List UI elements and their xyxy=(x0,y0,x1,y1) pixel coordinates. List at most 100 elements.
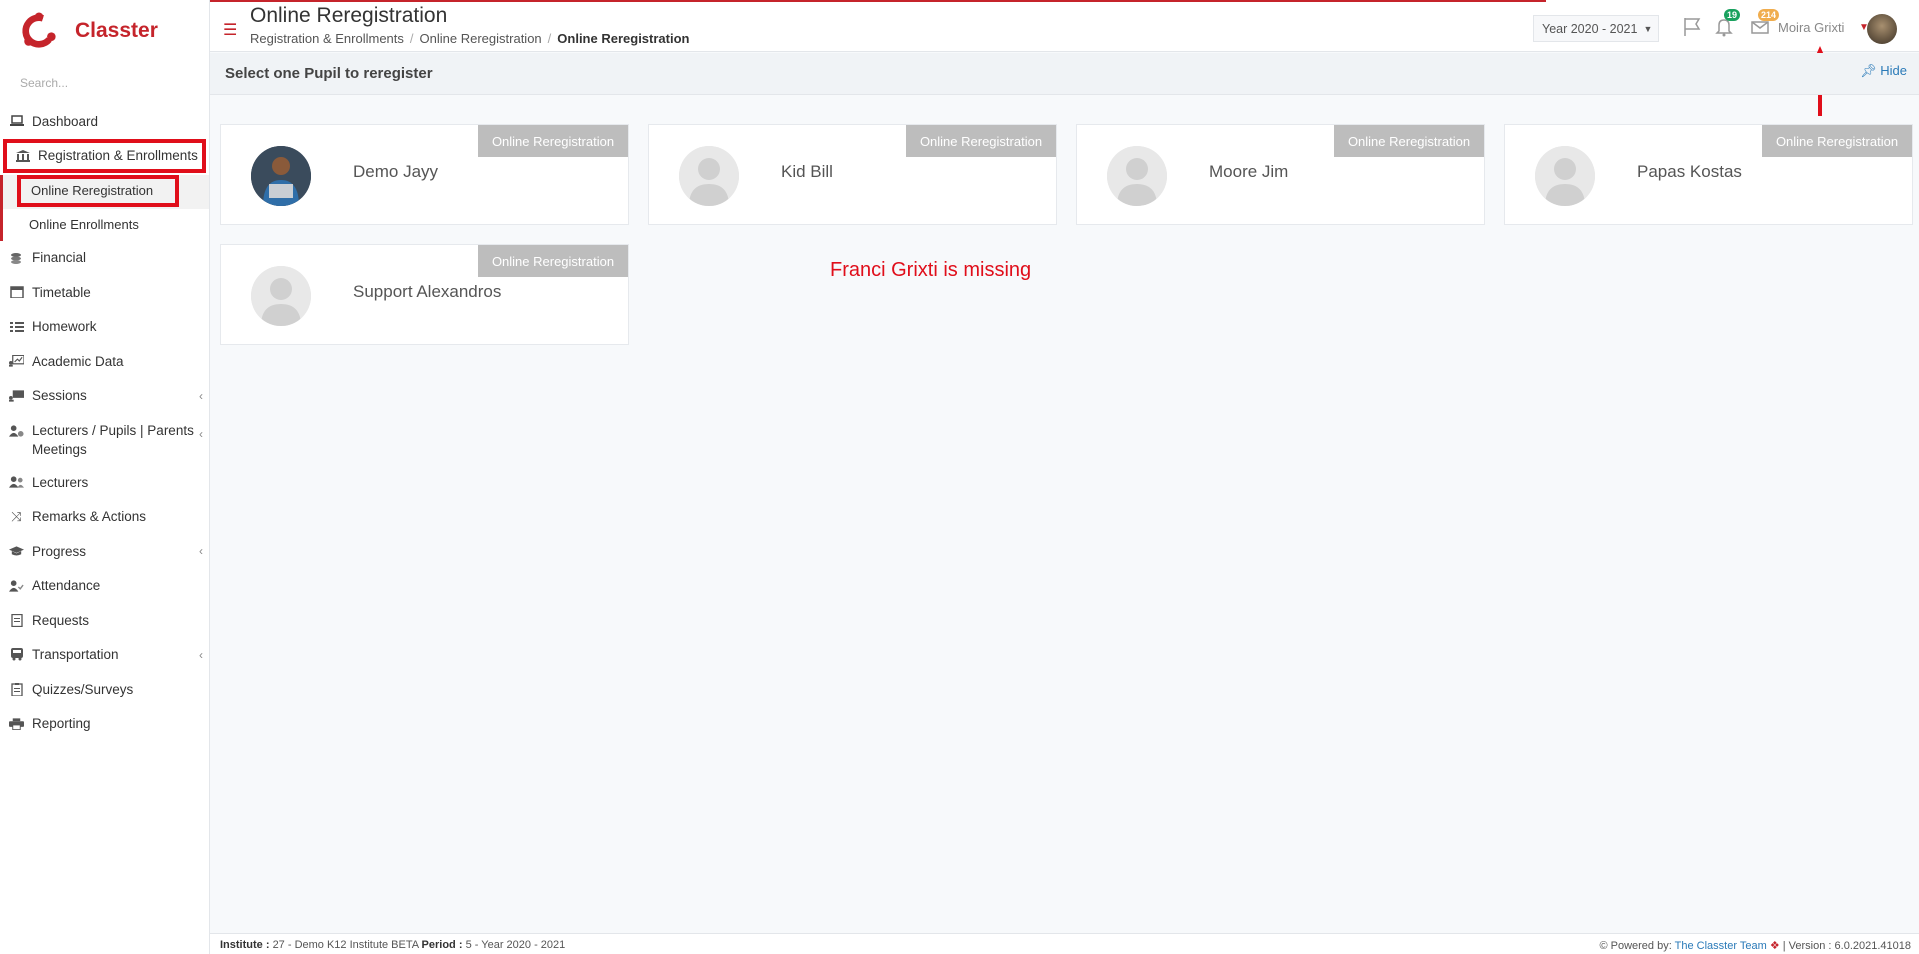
team-link[interactable]: The Classter Team xyxy=(1675,940,1767,952)
footer-info: Institute : 27 - Demo K12 Institute BETA… xyxy=(220,939,565,951)
sidebar-item-reporting[interactable]: Reporting xyxy=(0,707,209,742)
brand-name: Classter xyxy=(75,19,158,42)
institute-value: 27 - Demo K12 Institute BETA xyxy=(272,939,419,951)
subnav-item-online-enrollments[interactable]: Online Enrollments xyxy=(3,208,209,241)
sidebar-subnav: Online Reregistration Online Enrollments xyxy=(0,174,209,241)
breadcrumb-separator: / xyxy=(409,31,414,46)
subnav-label: Online Enrollments xyxy=(29,217,139,232)
notifications-badge: 19 xyxy=(1724,9,1741,21)
sidebar-item-remarks[interactable]: ⤨ Remarks & Actions xyxy=(0,500,209,535)
sidebar-item-attendance[interactable]: Attendance xyxy=(0,569,209,604)
sidebar-item-financial[interactable]: Financial xyxy=(0,241,209,276)
search-input[interactable] xyxy=(20,76,190,90)
sidebar-item-label: Remarks & Actions xyxy=(32,509,147,525)
menu-toggle-icon[interactable]: ☰ xyxy=(223,20,237,40)
institute-label: Institute : xyxy=(220,939,270,951)
clipboard-icon xyxy=(9,682,24,696)
caret-down-icon: ▼ xyxy=(1643,23,1653,34)
sidebar-item-requests[interactable]: Requests xyxy=(0,603,209,638)
sidebar-item-registration[interactable]: Registration & Enrollments xyxy=(3,138,206,173)
footer: Institute : 27 - Demo K12 Institute BETA… xyxy=(210,933,1919,954)
breadcrumb-item[interactable]: Registration & Enrollments xyxy=(250,31,404,46)
pupil-card[interactable]: Online Reregistration Support Alexandros xyxy=(220,244,629,345)
reregistration-tag[interactable]: Online Reregistration xyxy=(1334,125,1484,157)
sidebar-item-transportation[interactable]: Transportation ‹ xyxy=(0,638,209,673)
year-select[interactable]: Year 2020 - 2021 ▼ xyxy=(1533,15,1659,42)
hide-button[interactable]: 📌︎ Hide xyxy=(1860,63,1907,79)
pupil-card[interactable]: Online Reregistration Kid Bill xyxy=(648,124,1057,225)
graduation-cap-icon xyxy=(9,545,24,557)
messages-badge: 214 xyxy=(1758,9,1780,21)
sidebar-search xyxy=(0,62,209,104)
default-avatar-icon xyxy=(1535,146,1595,206)
sidebar-item-progress[interactable]: Progress ‹ xyxy=(0,534,209,569)
year-select-value: Year 2020 - 2021 xyxy=(1542,21,1638,36)
sidebar-item-dashboard[interactable]: Dashboard xyxy=(0,104,209,139)
sidebar-item-meetings[interactable]: Lecturers / Pupils | Parents Meetings ‹ xyxy=(0,413,209,465)
user-name[interactable]: Moira Grixti xyxy=(1778,20,1844,35)
pupil-card[interactable]: Online Reregistration Moore Jim xyxy=(1076,124,1485,225)
default-avatar-icon xyxy=(251,266,311,326)
printer-icon xyxy=(9,718,24,730)
pupil-card[interactable]: Online Reregistration Demo Jayy xyxy=(220,124,629,225)
sidebar-nav: Dashboard Registration & Enrollments Onl… xyxy=(0,104,209,741)
sidebar-item-label: Financial xyxy=(32,250,87,266)
sidebar-item-label: Lecturers / Pupils | Parents Meetings xyxy=(32,423,194,457)
user-avatar[interactable] xyxy=(1867,14,1897,44)
calendar-icon xyxy=(9,286,24,299)
sidebar-item-label: Lecturers xyxy=(32,474,89,490)
breadcrumb-separator: / xyxy=(547,31,552,46)
brand[interactable]: Classter xyxy=(0,0,209,62)
sidebar-item-label: Reporting xyxy=(32,716,91,732)
reregistration-tag[interactable]: Online Reregistration xyxy=(906,125,1056,157)
sidebar-item-lecturers[interactable]: Lecturers xyxy=(0,465,209,500)
chevron-left-icon[interactable]: ‹ xyxy=(199,425,203,444)
chart-board-icon xyxy=(9,355,24,367)
chevron-left-icon[interactable]: ‹ xyxy=(199,648,203,662)
laptop-icon xyxy=(9,115,24,127)
section-title: Select one Pupil to reregister xyxy=(225,65,433,82)
copyright-icon: © xyxy=(1599,940,1608,952)
sidebar-item-homework[interactable]: Homework xyxy=(0,310,209,345)
classter-logo-icon xyxy=(22,12,56,48)
users-icon xyxy=(9,476,24,488)
pupil-name: Kid Bill xyxy=(781,162,833,181)
pin-icon: 📌︎ xyxy=(1860,63,1877,78)
powered-by-label: Powered by: xyxy=(1610,940,1672,952)
default-avatar-icon xyxy=(679,146,739,206)
sidebar-item-label: Transportation xyxy=(32,647,119,663)
envelope-icon[interactable]: 214 xyxy=(1748,9,1780,39)
document-icon xyxy=(9,613,24,627)
reregistration-tag[interactable]: Online Reregistration xyxy=(478,245,628,277)
pupil-card[interactable]: Online Reregistration Papas Kostas xyxy=(1504,124,1913,225)
sidebar-item-quizzes[interactable]: Quizzes/Surveys xyxy=(0,672,209,707)
version-label: | Version : 6.0.2021.41018 xyxy=(1782,940,1911,952)
subnav-item-online-reregistration[interactable]: Online Reregistration xyxy=(17,174,179,207)
sidebar-item-academic-data[interactable]: Academic Data xyxy=(0,344,209,379)
sidebar-item-label: Quizzes/Surveys xyxy=(32,681,134,697)
sidebar-item-sessions[interactable]: Sessions ‹ xyxy=(0,379,209,414)
subnav-label: Online Reregistration xyxy=(31,183,154,198)
chevron-left-icon[interactable]: ‹ xyxy=(199,544,203,558)
top-accent-line xyxy=(210,0,1546,2)
pupil-name: Support Alexandros xyxy=(353,282,502,301)
flag-icon[interactable] xyxy=(1680,15,1704,39)
sidebar-item-label: Homework xyxy=(32,319,97,335)
bell-icon[interactable]: 19 xyxy=(1712,9,1741,39)
pupil-name: Demo Jayy xyxy=(353,162,439,181)
footer-credits: © Powered by: The Classter Team ❖ | Vers… xyxy=(1599,939,1911,952)
sidebar-item-timetable[interactable]: Timetable xyxy=(0,275,209,310)
pupil-name: Moore Jim xyxy=(1209,162,1289,181)
list-check-icon xyxy=(9,321,24,333)
user-group-icon xyxy=(9,425,24,437)
sidebar-item-label: Dashboard xyxy=(32,113,99,129)
reregistration-tag[interactable]: Online Reregistration xyxy=(1762,125,1912,157)
breadcrumb-current: Online Reregistration xyxy=(557,31,690,46)
coins-icon xyxy=(9,252,24,264)
period-value: 5 - Year 2020 - 2021 xyxy=(465,939,566,951)
chevron-left-icon[interactable]: ‹ xyxy=(199,389,203,403)
reregistration-tag[interactable]: Online Reregistration xyxy=(478,125,628,157)
missing-pupil-annotation: Franci Grixti is missing xyxy=(830,259,1032,281)
breadcrumb-item[interactable]: Online Reregistration xyxy=(420,31,542,46)
sidebar-item-label: Requests xyxy=(32,612,90,628)
